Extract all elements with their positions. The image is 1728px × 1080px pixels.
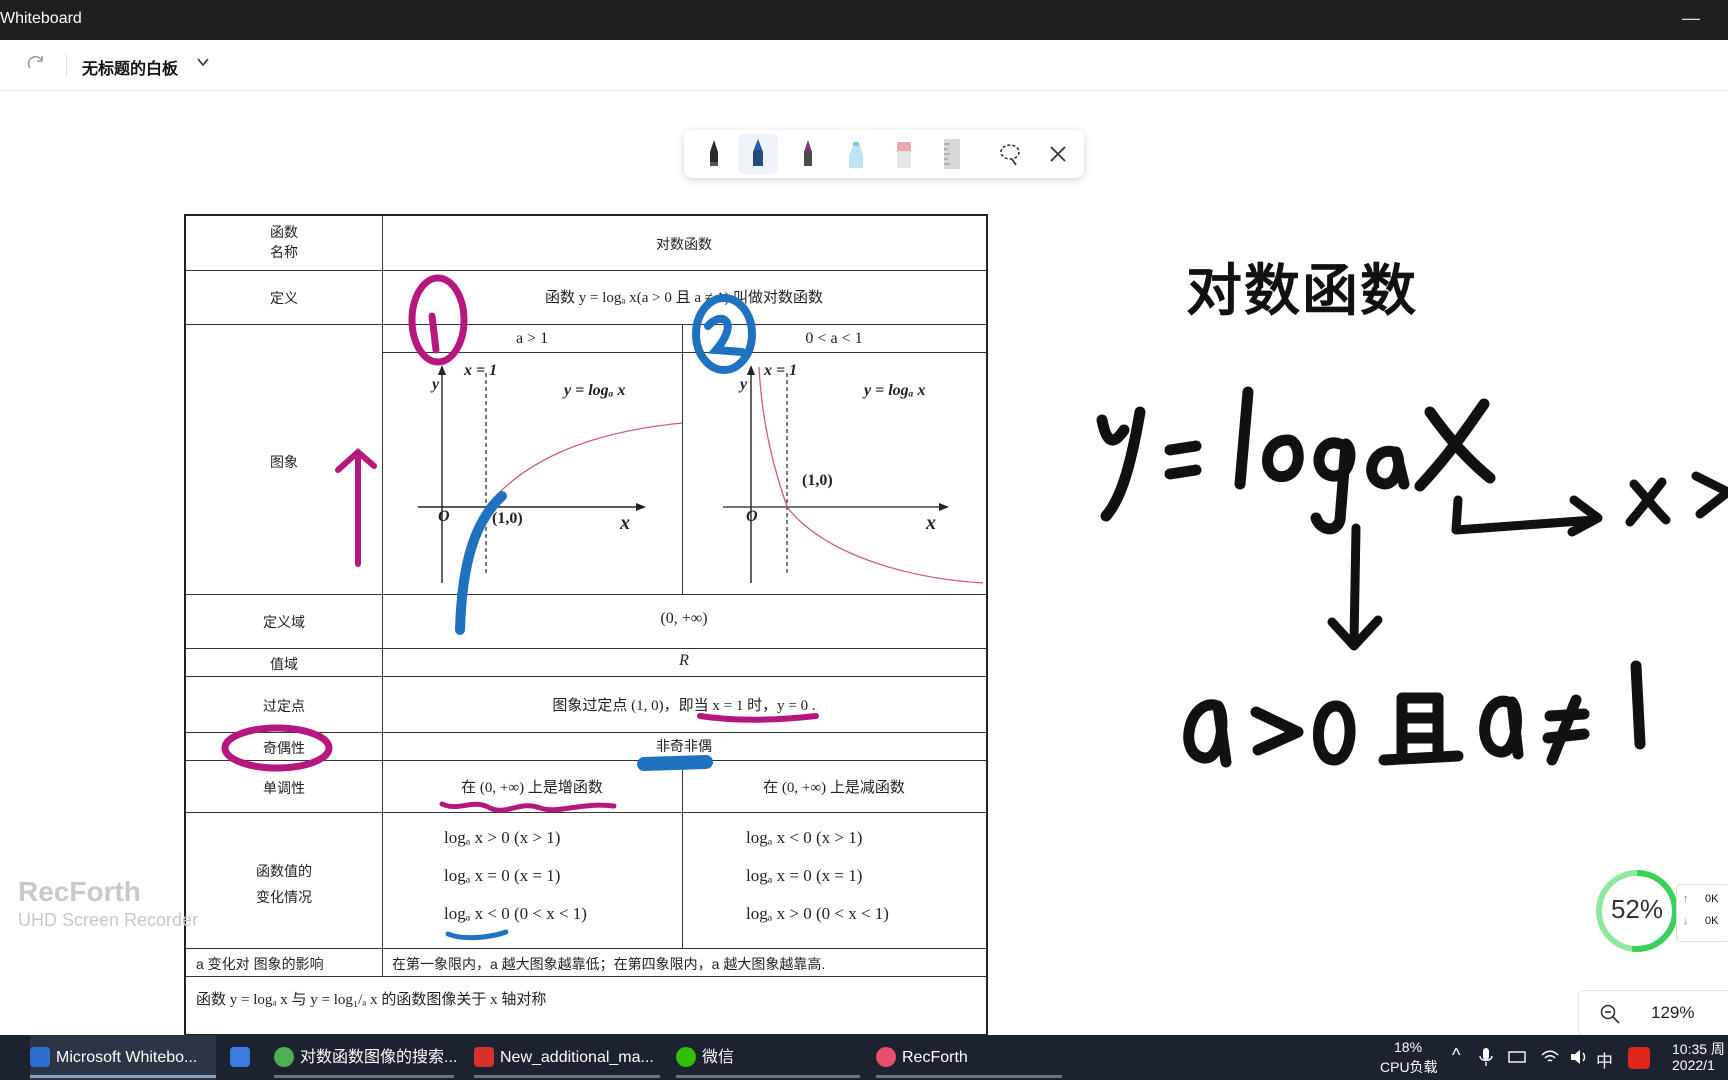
board-heading[interactable]: 对数函数 (1186, 246, 1418, 327)
definition-label: 定义 (270, 290, 298, 306)
monotonicity-label: 单调性 (263, 780, 305, 796)
highlighter-icon[interactable] (836, 134, 876, 174)
graph1-x1-label: x = 1 (464, 362, 498, 379)
graph2-fn-label: y = logₐ x (864, 382, 926, 399)
taskbar-item-recforth[interactable]: RecForth (876, 1035, 1062, 1080)
taskbar-item-feishu[interactable] (230, 1035, 254, 1080)
eraser-icon[interactable] (884, 134, 924, 174)
chevron-up-icon[interactable]: ^ (1452, 1045, 1460, 1066)
monotonic-increasing: 在 (0, +∞) 上是增函数 (461, 780, 603, 796)
zoom-control[interactable]: 129% (1578, 990, 1728, 1036)
header-log-function: 对数函数 (656, 236, 712, 252)
volume-icon[interactable] (1568, 1047, 1590, 1067)
header-function-name: 函数 名称 (270, 224, 298, 260)
close-icon[interactable] (1038, 134, 1078, 174)
effect-value: 在第一象限内，a 越大图象越靠低；在第四象限内，a 越大图象越靠高. (392, 956, 826, 972)
wps-app-icon (474, 1047, 494, 1067)
graph-col-a-gt-1: a > 1 (515, 330, 549, 347)
input-method-indicator[interactable]: 中 (1596, 1047, 1613, 1072)
cpu-load-label: CPU负载 (1380, 1059, 1438, 1075)
magenta-pen-icon[interactable] (788, 134, 828, 174)
values-left-3: logₐ x < 0 (0 < x < 1) (444, 904, 587, 923)
fixed-point-value: 图象过定点 (1, 0)，即当 x = 1 时，y = 0 . (552, 698, 816, 714)
graph1-y-axis-label: y (432, 376, 440, 393)
browser-app-icon (274, 1047, 294, 1067)
graph2-x-axis-label: x (926, 512, 936, 534)
recorder-watermark: RecForth UHD Screen Recorder (18, 876, 198, 931)
ruler-icon[interactable] (932, 134, 972, 174)
graph-label: 图象 (270, 454, 298, 470)
chevron-down-icon[interactable] (196, 55, 210, 69)
values-left-1: logₐ x > 0 (x > 1) (444, 828, 561, 847)
whiteboard-app-icon (30, 1047, 50, 1067)
upload-speed: 0K (1705, 893, 1719, 905)
wifi-icon[interactable] (1540, 1047, 1560, 1067)
graph-col-a-lt-1: 0 < a < 1 (805, 330, 863, 347)
logarithm-table-image[interactable]: 函数 名称 对数函数 定义 函数 y = logₐ x(a > 0 且 a ≠ … (184, 214, 988, 1036)
graph-decreasing (723, 365, 984, 584)
ink-tool-tray (684, 130, 1084, 178)
monotonic-decreasing: 在 (0, +∞) 上是减函数 (763, 780, 905, 796)
values-right-1: logₐ x < 0 (x > 1) (746, 828, 863, 847)
parity-label: 奇偶性 (263, 740, 305, 756)
wechat-app-icon (676, 1047, 696, 1067)
black-pen-icon[interactable] (694, 134, 734, 174)
cpu-monitor-widget[interactable]: 52% (1594, 868, 1680, 954)
parity-value: 非奇非偶 (656, 738, 712, 754)
definition-value: 函数 y = logₐ x(a > 0 且 a ≠ 1) 叫做对数函数 (545, 290, 823, 306)
lasso-select-icon[interactable] (990, 134, 1030, 174)
range-value: R (679, 652, 689, 669)
battery-icon[interactable] (1506, 1048, 1528, 1066)
cpu-load-value: 18% (1394, 1039, 1423, 1055)
minimize-button[interactable]: — (1682, 8, 1700, 29)
zoom-out-icon[interactable] (1599, 1003, 1621, 1025)
graph1-origin-label: O (438, 508, 450, 525)
window-titlebar: Whiteboard — (0, 0, 1728, 40)
watermark-brand: RecForth (18, 876, 141, 907)
window-title: Whiteboard (0, 10, 82, 27)
values-left-2: logₐ x = 0 (x = 1) (444, 866, 561, 885)
cpu-percent: 52% (1610, 894, 1664, 924)
graph1-fn-label: y = logₐ x (564, 382, 626, 399)
clock-time[interactable]: 10:35 周 (1672, 1039, 1725, 1059)
toolbar-divider (66, 54, 67, 76)
graph2-x1-label: x = 1 (764, 362, 798, 379)
board-title[interactable]: 无标题的白板 (82, 55, 178, 79)
taskbar-item-browser[interactable]: 对数函数图像的搜索... (274, 1035, 457, 1080)
feishu-app-icon (230, 1047, 250, 1067)
symmetry-note: 函数 y = logₐ x 与 y = log₁/ₐ x 的函数图像关于 x 轴… (196, 992, 547, 1008)
taskbar-item-wps[interactable]: New_additional_ma... (474, 1035, 660, 1080)
sogou-ime-icon[interactable] (1628, 1047, 1650, 1069)
upload-arrow-icon: ↑ (1683, 893, 1689, 905)
app-toolbar: 无标题的白板 (0, 40, 1728, 91)
redo-icon[interactable] (24, 52, 48, 76)
domain-label: 定义域 (263, 614, 305, 630)
graph1-point-label: (1,0) (492, 510, 523, 527)
zoom-level[interactable]: 129% (1651, 1003, 1694, 1023)
effect-label: a 变化对 图象的影响 (196, 956, 324, 972)
download-arrow-icon: ↓ (1683, 915, 1689, 927)
taskbar-item-whiteboard[interactable]: Microsoft Whitebo... (30, 1035, 216, 1080)
graph2-origin-label: O (746, 508, 758, 525)
recforth-app-icon (876, 1047, 896, 1067)
clock-date[interactable]: 2022/1 (1672, 1057, 1715, 1073)
graph2-y-axis-label: y (740, 376, 748, 393)
fixed-point-label: 过定点 (263, 698, 305, 714)
download-speed: 0K (1705, 915, 1719, 927)
graph1-x-axis-label: x (620, 512, 630, 534)
values-label: 函数值的 变化情况 (256, 863, 312, 905)
taskbar: Microsoft Whitebo... 对数函数图像的搜索... New_ad… (0, 1035, 1728, 1080)
values-right-2: logₐ x = 0 (x = 1) (746, 866, 863, 885)
domain-value: (0, +∞) (660, 610, 708, 627)
graph2-point-label: (1,0) (802, 472, 833, 489)
values-right-3: logₐ x > 0 (0 < x < 1) (746, 904, 889, 923)
range-label: 值域 (270, 656, 298, 672)
network-speed: ↑ 0K ↓ 0K (1676, 884, 1728, 942)
taskbar-item-wechat[interactable]: 微信 (676, 1035, 860, 1080)
graph-increasing (418, 365, 682, 583)
blue-pen-icon[interactable] (738, 134, 778, 174)
microphone-icon[interactable] (1478, 1046, 1494, 1068)
watermark-subtitle: UHD Screen Recorder (18, 910, 199, 930)
